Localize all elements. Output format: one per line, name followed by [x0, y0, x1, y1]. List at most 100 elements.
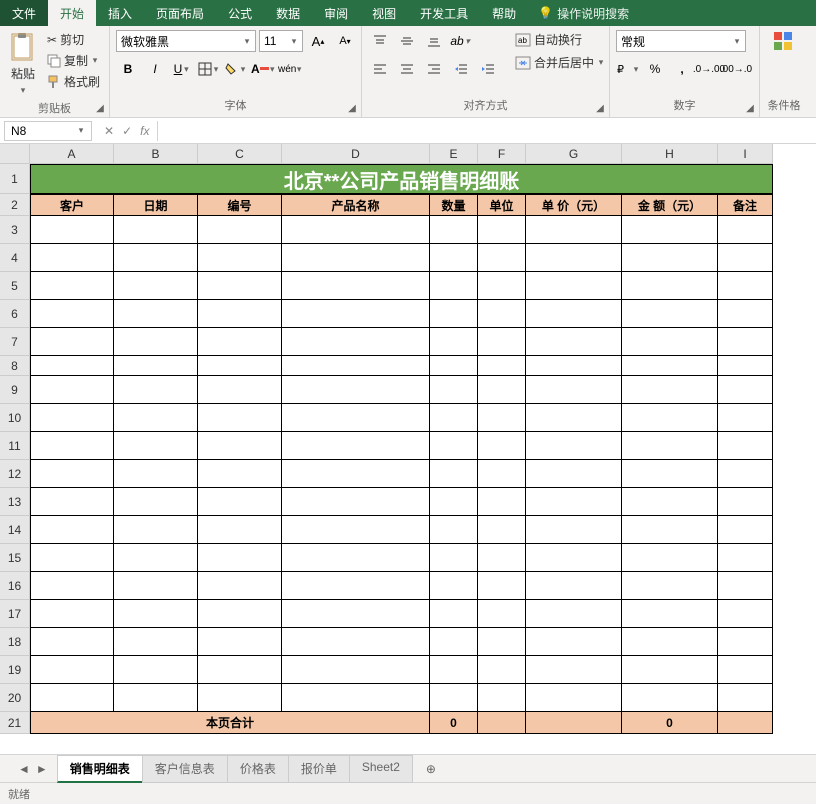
row-header-18[interactable]: 18 [0, 628, 30, 656]
tab-nav-prev[interactable]: ◄ [18, 762, 30, 776]
row-header-20[interactable]: 20 [0, 684, 30, 712]
cell[interactable] [30, 544, 114, 572]
menu-tab-4[interactable]: 公式 [216, 0, 264, 26]
cell[interactable] [478, 516, 526, 544]
bold-button[interactable]: B [116, 58, 140, 80]
cell[interactable] [114, 376, 198, 404]
cell[interactable] [718, 600, 773, 628]
tell-me-search[interactable]: 💡操作说明搜索 [528, 5, 639, 22]
cell[interactable] [622, 404, 718, 432]
menu-tab-3[interactable]: 页面布局 [144, 0, 216, 26]
cell[interactable] [718, 328, 773, 356]
total-cell-F[interactable] [478, 712, 526, 734]
cell[interactable] [478, 404, 526, 432]
cell[interactable] [718, 544, 773, 572]
cell[interactable] [114, 600, 198, 628]
col-header-C[interactable]: C [198, 144, 282, 164]
cell[interactable] [526, 572, 622, 600]
cell[interactable] [478, 628, 526, 656]
cell[interactable] [430, 684, 478, 712]
cell[interactable] [114, 300, 198, 328]
cell[interactable] [430, 572, 478, 600]
increase-decimal-button[interactable]: .0→.00 [697, 58, 721, 80]
total-cell-I[interactable] [718, 712, 773, 734]
cell[interactable] [198, 376, 282, 404]
cell[interactable] [526, 544, 622, 572]
cell[interactable] [282, 376, 430, 404]
cell[interactable] [114, 328, 198, 356]
cell[interactable] [718, 516, 773, 544]
cell[interactable] [282, 460, 430, 488]
row-header-4[interactable]: 4 [0, 244, 30, 272]
cell[interactable] [282, 516, 430, 544]
cell[interactable] [478, 272, 526, 300]
cell[interactable] [30, 376, 114, 404]
cell[interactable] [114, 488, 198, 516]
cell[interactable] [198, 300, 282, 328]
cell[interactable] [114, 656, 198, 684]
total-cell-E[interactable]: 0 [430, 712, 478, 734]
cell[interactable] [718, 460, 773, 488]
tab-nav-next[interactable]: ► [36, 762, 48, 776]
format-painter-button[interactable]: 格式刷 [44, 72, 103, 91]
cell[interactable] [282, 432, 430, 460]
align-top-button[interactable] [368, 30, 392, 52]
dialog-launcher[interactable]: ◢ [593, 101, 607, 115]
cell[interactable] [114, 404, 198, 432]
align-bottom-button[interactable] [422, 30, 446, 52]
wrap-text-button[interactable]: ab自动换行 [512, 30, 608, 49]
row-header-12[interactable]: 12 [0, 460, 30, 488]
add-sheet-button[interactable]: ⊕ [419, 757, 443, 781]
merge-center-button[interactable]: 合并后居中▾ [512, 53, 608, 72]
cell[interactable] [30, 572, 114, 600]
cell[interactable] [198, 656, 282, 684]
cell[interactable] [282, 544, 430, 572]
select-all-corner[interactable] [0, 144, 30, 164]
cell[interactable] [718, 300, 773, 328]
total-label-cell[interactable]: 本页合计 [30, 712, 430, 734]
underline-button[interactable]: U▾ [170, 58, 194, 80]
cell[interactable] [478, 544, 526, 572]
percent-button[interactable]: % [643, 58, 667, 80]
cell[interactable] [718, 244, 773, 272]
cell[interactable] [526, 376, 622, 404]
col-header-I[interactable]: I [718, 144, 773, 164]
cell[interactable] [198, 272, 282, 300]
dialog-launcher[interactable]: ◢ [345, 101, 359, 115]
italic-button[interactable]: I [143, 58, 167, 80]
increase-font-button[interactable]: A▴ [306, 30, 330, 52]
dialog-launcher[interactable]: ◢ [93, 101, 107, 115]
cell[interactable] [526, 488, 622, 516]
cell[interactable] [30, 600, 114, 628]
phonetic-button[interactable]: wén▾ [278, 58, 302, 80]
cell[interactable] [526, 328, 622, 356]
cell[interactable] [282, 272, 430, 300]
cell[interactable] [478, 300, 526, 328]
accounting-format-button[interactable]: ₽▾ [616, 58, 640, 80]
font-color-button[interactable]: A▾ [251, 58, 275, 80]
menu-tab-5[interactable]: 数据 [264, 0, 312, 26]
row-header-6[interactable]: 6 [0, 300, 30, 328]
cell[interactable] [718, 404, 773, 432]
cell[interactable] [478, 244, 526, 272]
name-box[interactable]: N8▾ [4, 121, 92, 141]
cell[interactable] [114, 516, 198, 544]
menu-tab-6[interactable]: 审阅 [312, 0, 360, 26]
cell[interactable] [198, 460, 282, 488]
cell[interactable] [718, 628, 773, 656]
menu-tab-1[interactable]: 开始 [48, 0, 96, 26]
cell[interactable] [718, 684, 773, 712]
cell[interactable] [478, 684, 526, 712]
formula-input[interactable] [157, 121, 816, 141]
fx-icon[interactable]: fx [140, 124, 149, 138]
column-header-cell[interactable]: 单位 [478, 194, 526, 216]
col-header-E[interactable]: E [430, 144, 478, 164]
column-header-cell[interactable]: 产品名称 [282, 194, 430, 216]
decrease-decimal-button[interactable]: .00→.0 [724, 58, 748, 80]
cell[interactable] [622, 376, 718, 404]
font-name-combo[interactable]: 微软雅黑▾ [116, 30, 256, 52]
row-header-19[interactable]: 19 [0, 656, 30, 684]
cell[interactable] [114, 272, 198, 300]
cell[interactable] [114, 628, 198, 656]
cell[interactable] [478, 328, 526, 356]
